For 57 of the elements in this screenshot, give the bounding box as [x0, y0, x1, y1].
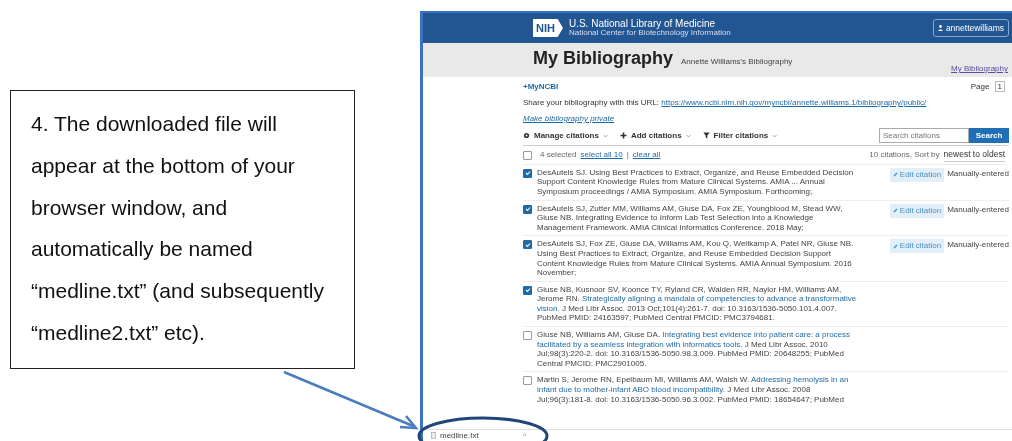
checkbox[interactable]: [523, 240, 532, 250]
pencil-icon: [892, 172, 898, 178]
file-icon: [431, 432, 436, 439]
edit-citation-button[interactable]: Edit citation: [889, 203, 945, 218]
share-label: Share your bibliography with this URL:: [523, 98, 660, 107]
menu-button[interactable]: Filter citations: [702, 129, 778, 142]
make-private-link[interactable]: Make bibliography private: [523, 114, 615, 123]
pencil-icon: [892, 207, 898, 213]
menu-button[interactable]: Manage citations: [523, 129, 608, 142]
download-caret[interactable]: ^: [522, 429, 527, 441]
source-label: Manually-entered: [947, 203, 1009, 216]
separator: |: [626, 148, 629, 161]
gear-icon: [523, 132, 530, 139]
checkbox[interactable]: [523, 285, 532, 295]
search-button[interactable]: Search: [969, 128, 1009, 143]
checkbox[interactable]: [523, 204, 532, 214]
user-icon: [937, 25, 943, 31]
source-label: Manually-entered: [947, 167, 1009, 180]
pencil-icon: [892, 243, 898, 249]
plus-icon: [619, 132, 627, 139]
user-button[interactable]: annettewilliams: [932, 18, 1009, 38]
checkbox[interactable]: [523, 168, 532, 178]
citation-text: DesAutels SJ, Zutter MM, Williams AM, Giuse DA, Fox ZE, Youngblood M, Stead WW, Giuse NB. Integrating Evidence to Inform Lab Test Selection into a Knowledge Management Framework. AMIA Clinical Informatics Conference. 2018 May;: [537, 203, 844, 233]
selected-count: 4 selected: [540, 148, 577, 161]
callout-text: 4. The downloaded file will appear at the bottom of your browser window, and automatically be named “medline.txt” (and subsequently “medline2.txt” etc).: [10, 90, 355, 369]
citations-count: 10 citations, Sort by: [869, 148, 940, 161]
checkbox[interactable]: [523, 331, 532, 341]
citation-text: Giuse NB, Williams AM, Giuse DA. Integrating best evidence into patient care: a process facilitated by a seamless integration with informatics tools. J Med Libr Assoc. 2010 Jul;98(3):220-2. doi: 10.3163/1536-5050.98.3.009. PubMed PMID: 20648255; PubMed Central PMCID: PMC2901005.: [537, 330, 852, 369]
caret-icon: [772, 133, 778, 138]
page-subtitle: Annette Williams's Bibliography: [681, 57, 793, 66]
org-subtitle: National Center for Biotechnology Information: [568, 29, 731, 38]
source-label: Manually-entered: [947, 239, 1009, 252]
back-link[interactable]: +MyNCBI: [523, 81, 559, 93]
help-link[interactable]: My Bibliography: [951, 63, 1008, 75]
checkbox[interactable]: [523, 150, 532, 160]
org-name: U.S. National Library of Medicine: [568, 18, 717, 30]
page-label: Page: [970, 82, 991, 91]
page-field[interactable]: 1: [994, 81, 1005, 92]
citation-text: DesAutels SJ, Fox ZE, Giuse DA, Williams AM, Kou Q, Weitkamp A, Patel NR, Giuse NB. Using Best Practices to Extract, Organize, and Reuse Embedded Decision Support Content Knowledge Rules from Mature Clinical Systems. AMIA Annual Symposium. 2016 November;: [537, 239, 855, 278]
caret-icon: [602, 133, 608, 138]
citation-text: DesAutels SJ. Using Best Practices to Extract, Organize, and Reuse Embedded Decision Support Content Knowledge Rules from Mature Clinical Systems. AMIA ... Annual Symposium proceedings / AMIA Symposium. AMIA Symposium. Forthcoming;: [537, 167, 855, 197]
menu-button[interactable]: Add citations: [619, 129, 691, 142]
citation-text: Martin S, Jerome RN, Epelbaum MI, Williams AM, Walsh W. Addressing hemolysis in an infant due to mother-infant ABO blood incompatibility. J Med Libr Assoc. 2008 Jul;96(3):181-8. doi: 10.3163/1536-5050.96.3.002. PubMed PMID: 18654647; PubMed: [537, 375, 850, 405]
citation-text: Giuse NB, Kusnoor SV, Koonce TY, Ryland CR, Walden RR, Naylor HM, Williams AM, Jerome RN. Strategically aligning a mandala of competencies to advance a transformative vision. J Med Libr Assoc. 2013 Oct;101(4):261-7. doi: 10.3163/1536-5050.101.4.007. PubMed PMID: 24163597; PubMed Central PMCID: PMC3794681.: [537, 284, 858, 324]
sort-dropdown[interactable]: newest to oldest: [943, 148, 1005, 162]
caret-icon: [685, 133, 691, 138]
edit-citation-button[interactable]: Edit citation: [889, 167, 945, 182]
edit-citation-button[interactable]: Edit citation: [889, 239, 945, 254]
clear-all-link[interactable]: clear all: [632, 148, 661, 161]
checkbox[interactable]: [523, 376, 532, 386]
logo-badge[interactable]: NIH: [533, 18, 563, 38]
page-title: My Bibliography: [533, 48, 673, 68]
search-field[interactable]: Search citations: [879, 128, 969, 143]
filter-icon: [702, 132, 710, 139]
share-url-link[interactable]: https://www.ncbi.nlm.nih.gov/myncbi/annette.williams.1/bibliography/public/: [661, 98, 927, 107]
select-all-link[interactable]: select all 10: [580, 148, 623, 161]
download-filename[interactable]: medline.txt: [440, 429, 479, 441]
